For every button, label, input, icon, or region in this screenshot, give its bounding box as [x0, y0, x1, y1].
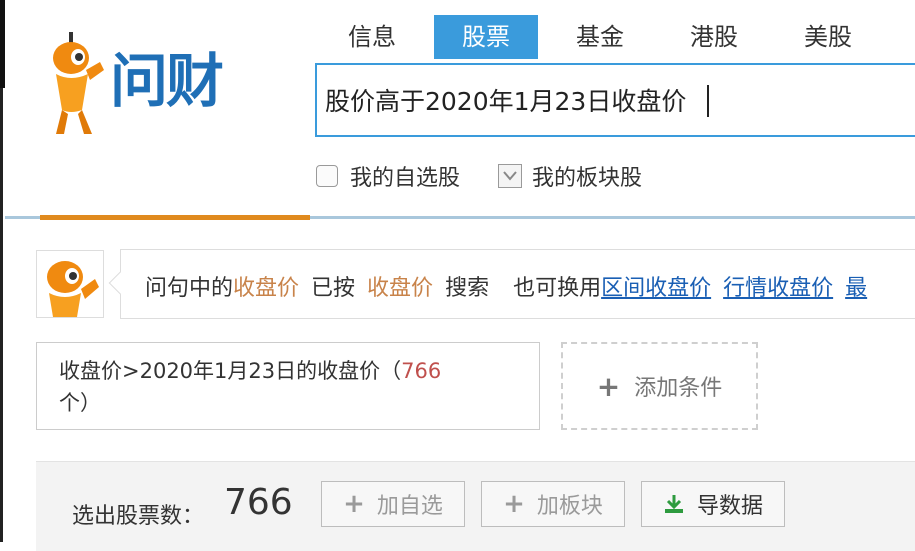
export-data-label: 导数据 [696, 494, 763, 519]
notice-term-original: 收盘价 [233, 276, 300, 301]
link-more-alternatives[interactable]: 最 [845, 276, 867, 301]
my-sector-option[interactable]: 我的板块股 [498, 160, 642, 192]
tab-funds[interactable]: 基金 [543, 15, 657, 59]
search-box[interactable] [315, 63, 915, 137]
result-count-label: 选出股票数： [72, 504, 205, 529]
window-edge-top [0, 0, 8, 88]
notice-suffix: 搜索 [445, 276, 490, 301]
condition-count: 766 [401, 359, 442, 383]
notice-pointer [108, 271, 132, 295]
notice-term-used: 收盘价 [367, 276, 434, 301]
dropdown-toggle[interactable] [498, 164, 522, 188]
mascot-icon [47, 261, 99, 317]
header-divider-accent [40, 215, 310, 220]
add-to-sector-button[interactable]: + 加板块 [481, 481, 625, 527]
notice-prefix: 问句中的 [145, 276, 234, 301]
watchlist-label: 我的自选股 [350, 166, 461, 191]
add-to-watchlist-button[interactable]: + 加自选 [321, 481, 465, 527]
plus-icon: + [503, 489, 525, 519]
notice-middle: 已按 [311, 276, 356, 301]
plus-icon: + [343, 489, 365, 519]
notice-alt-prefix: 也可换用 [513, 276, 602, 301]
search-input[interactable] [325, 81, 915, 119]
watchlist-checkbox[interactable] [316, 165, 338, 187]
search-notice: 问句中的收盘价 已按 收盘价 搜索 也可换用区间收盘价 行情收盘价最 [108, 249, 915, 319]
add-condition-label: 添加条件 [634, 376, 723, 401]
link-market-close-price[interactable]: 行情收盘价 [723, 276, 833, 301]
text-caret [707, 85, 709, 117]
link-interval-close-price[interactable]: 区间收盘价 [601, 276, 711, 301]
tab-hk-stocks[interactable]: 港股 [657, 15, 771, 59]
export-data-button[interactable]: 导数据 [641, 481, 785, 527]
tab-us-stocks[interactable]: 美股 [771, 15, 885, 59]
condition-text: 收盘价>2020年1月23日的收盘价（ [59, 359, 402, 383]
my-watchlist-option[interactable]: 我的自选股 [316, 160, 460, 192]
add-to-watchlist-label: 加自选 [376, 494, 443, 519]
add-condition-button[interactable]: + 添加条件 [561, 342, 758, 430]
tab-stocks[interactable]: 股票 [434, 15, 538, 59]
iwencai-logo[interactable]: 问财 [48, 30, 273, 145]
plus-icon: + [596, 369, 621, 403]
result-count-value: 766 [224, 482, 293, 523]
category-tabs: 信息 股票 基金 港股 美股 [315, 15, 885, 59]
add-to-sector-label: 加板块 [536, 494, 603, 519]
sector-label: 我的板块股 [532, 166, 643, 191]
download-icon [663, 493, 685, 515]
notice-text: 问句中的收盘价 已按 收盘价 搜索 也可换用区间收盘价 行情收盘价最 [145, 270, 867, 302]
chevron-down-icon [503, 171, 517, 181]
result-toolbar: 选出股票数： 766 + 加自选 + 加板块 导数据 [36, 461, 915, 551]
assistant-avatar [36, 250, 104, 318]
condition-unit: 个） [59, 391, 101, 415]
tab-info[interactable]: 信息 [315, 15, 429, 59]
condition-chip[interactable]: 收盘价>2020年1月23日的收盘价（766 个） [36, 342, 540, 430]
mascot-icon [53, 32, 104, 134]
logo-text: 问财 [110, 47, 224, 115]
